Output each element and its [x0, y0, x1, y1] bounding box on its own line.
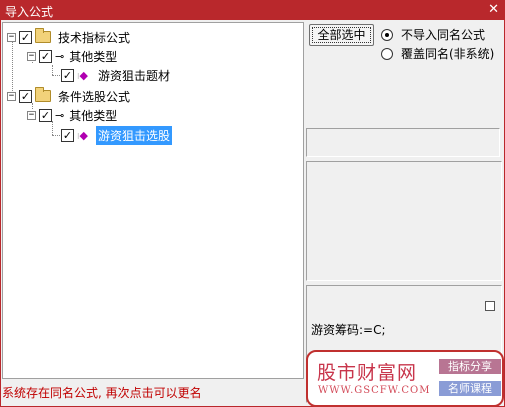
watermark-tag-course: 名师课程 [439, 381, 501, 396]
radio-label: 覆盖同名(非系统) [401, 47, 495, 61]
tree-node-label: 其他类型 [69, 108, 118, 123]
window-title: 导入公式 [5, 5, 54, 19]
preview-checkbox[interactable] [485, 301, 495, 311]
watermark-url: WWW.GSCFW.COM [318, 385, 431, 396]
watermark-logo: 股市财富网 WWW.GSCFW.COM 指标分享 名师课程 [306, 350, 504, 407]
checkbox-checked[interactable]: ✓ [39, 108, 52, 122]
tree-node-label-selected: 游资狙击选股 [96, 125, 173, 145]
radio-overwrite[interactable]: 覆盖同名(非系统) [381, 45, 494, 62]
tree-node-tech-formula[interactable]: − ✓ 技术指标公式 [7, 28, 132, 46]
key-icon: ⊸ [55, 49, 64, 63]
watermark-tag-share: 指标分享 [439, 359, 501, 374]
tree-node-label: 游资狙击题材 [98, 68, 171, 83]
folder-icon [35, 28, 51, 43]
tree-connector [52, 75, 60, 76]
collapse-icon[interactable]: − [7, 91, 16, 101]
select-all-button[interactable]: 全部选中 [309, 24, 374, 46]
tree-node-formula-pick[interactable]: ✓ ⁝◆ 游资狙击选股 [61, 125, 173, 145]
radio-label: 不导入同名公式 [401, 28, 486, 42]
tree-node-label: 技术指标公式 [58, 30, 131, 45]
formula-icon: ⁝◆ [77, 68, 89, 82]
formula-icon: ⁝◆ [77, 128, 89, 142]
checkbox-checked[interactable]: ✓ [19, 30, 32, 44]
checkbox-checked[interactable]: ✓ [61, 68, 74, 82]
key-icon: ⊸ [55, 108, 64, 122]
radio-selected-icon[interactable] [381, 28, 393, 41]
collapse-icon[interactable]: − [27, 51, 36, 61]
tree-node-label: 其他类型 [69, 49, 118, 64]
info-field [306, 128, 500, 157]
formula-code-text: 游资筹码:=C; [311, 323, 386, 337]
tree-node-formula-theme[interactable]: ✓ ⁝◆ 游资狙击题材 [61, 66, 172, 84]
tree-connector [52, 65, 53, 75]
tree-connector [52, 135, 60, 136]
dialog-body: − ✓ 技术指标公式 − ✓ ⊸ 其他类型 ✓ ⁝◆ 游资狙击题材 − ✓ 条件… [1, 20, 504, 407]
folder-icon [35, 87, 51, 102]
checkbox-checked[interactable]: ✓ [19, 89, 32, 103]
description-area [306, 161, 502, 281]
radio-empty-icon[interactable] [381, 47, 393, 60]
formula-tree[interactable]: − ✓ 技术指标公式 − ✓ ⊸ 其他类型 ✓ ⁝◆ 游资狙击题材 − ✓ 条件… [2, 22, 304, 379]
tree-node-label: 条件选股公式 [58, 89, 131, 104]
checkbox-checked[interactable]: ✓ [39, 49, 52, 63]
tree-node-stock-other[interactable]: − ✓ ⊸ 其他类型 [27, 106, 119, 124]
close-icon[interactable]: ✕ [488, 2, 499, 17]
radio-no-import[interactable]: 不导入同名公式 [381, 26, 485, 43]
collapse-icon[interactable]: − [7, 32, 16, 42]
tree-node-tech-other[interactable]: − ✓ ⊸ 其他类型 [27, 47, 119, 65]
title-bar: 导入公式 ✕ [0, 0, 505, 20]
watermark-brand: 股市财富网 [317, 362, 418, 384]
checkbox-checked[interactable]: ✓ [61, 128, 74, 142]
collapse-icon[interactable]: − [27, 110, 36, 120]
tree-node-stock-formula[interactable]: − ✓ 条件选股公式 [7, 87, 132, 105]
status-message: 系统存在同名公式, 再次点击可以更名 [2, 386, 202, 400]
